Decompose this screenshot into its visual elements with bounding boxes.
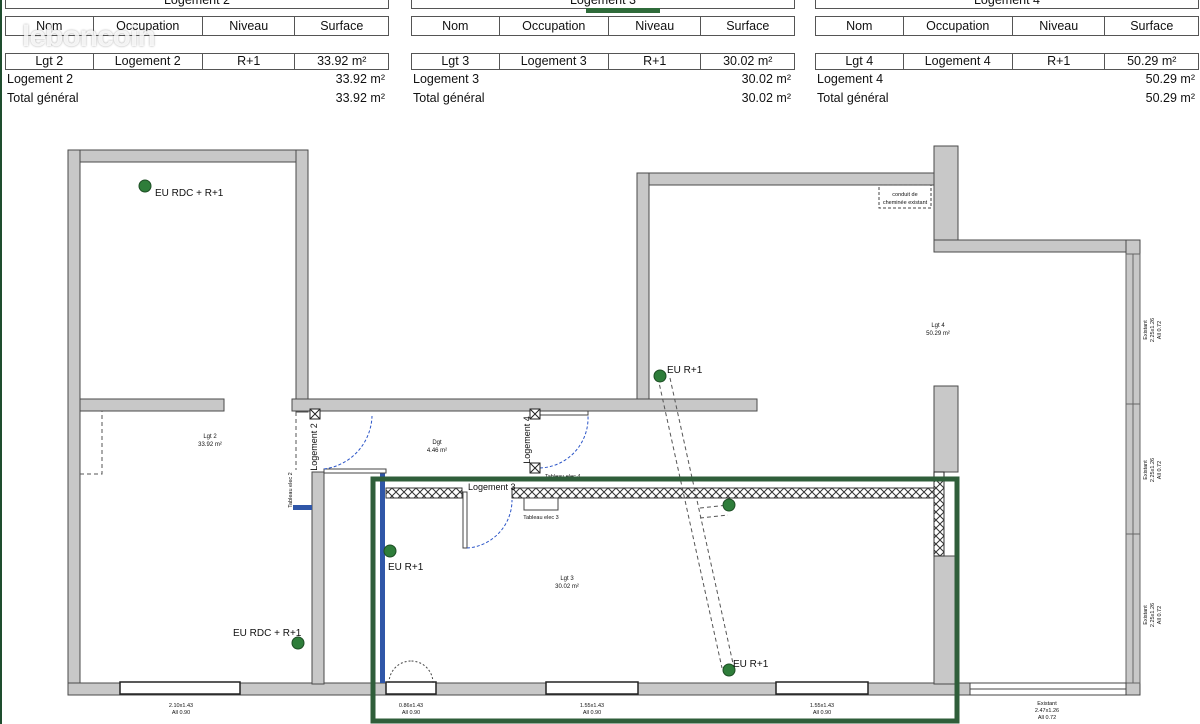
- window-size-label: 2.25x1.26: [1150, 318, 1156, 342]
- window-size-label: 1.55x1.43: [810, 703, 834, 709]
- room-area-dgt: 4.46 m²: [427, 448, 447, 454]
- window-swing-small: [388, 660, 434, 684]
- blue-wall-stub: [293, 505, 312, 510]
- window-size-label: 2.25x1.26: [1150, 603, 1156, 627]
- drain-label-eu-rdc-bottom: EU RDC + R+1: [233, 628, 302, 639]
- tableau-elec-3-box: [523, 497, 559, 511]
- room-area-lgt2: 33.92 m²: [198, 442, 222, 448]
- room-name-lgt3: Lgt 3: [560, 576, 574, 582]
- doors: [309, 408, 945, 684]
- room-name-dgt: Dgt: [432, 440, 442, 446]
- window-size-label: 1.55x1.43: [580, 703, 604, 709]
- door-swing-lgt3: [466, 499, 513, 549]
- room-area-lgt3: 30.02 m²: [555, 584, 579, 590]
- window-size-label: 0.86x1.43: [399, 703, 423, 709]
- wall: [933, 555, 959, 685]
- drain-label-eu-rdc-top: EU RDC + R+1: [155, 188, 224, 199]
- blue-wall: [380, 472, 385, 683]
- hatched-wall-top-left: [385, 487, 463, 499]
- pipe-route-lgt4-to-lgt3: [657, 377, 735, 669]
- door-label-logement-2: Logement 2: [309, 423, 319, 471]
- window-size-label: 2.10x1.43: [169, 703, 193, 709]
- drain-dot-eu-rdc-top: [138, 179, 152, 193]
- lgt2-alcove: [80, 411, 103, 475]
- window-sill-label: All 0.72: [1157, 606, 1163, 624]
- hatched-wall-right: [933, 473, 945, 557]
- wall: [933, 145, 959, 253]
- room-name-lgt4: Lgt 4: [931, 323, 945, 329]
- door-swing-lgt2: [323, 415, 373, 470]
- window-sill-label: All 0.90: [583, 710, 601, 716]
- room-name-lgt2: Lgt 2: [203, 434, 217, 440]
- wall: [67, 149, 309, 163]
- window-size-label: 2.25x1.26: [1150, 458, 1156, 482]
- wall: [933, 385, 959, 473]
- door-label-logement-4: Logement 4: [522, 416, 532, 464]
- wall: [79, 398, 225, 412]
- wall: [933, 239, 1141, 253]
- wall: [636, 172, 650, 412]
- window-lgt3-a: [545, 681, 639, 695]
- tableau-elec-2-label: Tableau elec 2: [288, 472, 294, 507]
- window-lgt3-small: [385, 681, 437, 695]
- wall: [67, 149, 81, 696]
- walls: [67, 145, 1141, 696]
- tableau-elec-3-label: Tableau elec 3: [523, 515, 558, 521]
- right-window-label-1: Existant 2.25x1.26 All 0.72: [1143, 318, 1163, 342]
- chimney-label-2: cheminée existant: [883, 200, 928, 206]
- right-window-label-3: Existant 2.25x1.26 All 0.72: [1143, 603, 1163, 627]
- window-lgt3-b: [775, 681, 869, 695]
- chimney-label-1: conduit de: [892, 192, 917, 198]
- wall: [636, 172, 935, 186]
- drain-label-eu-r1-lgt3-left: EU R+1: [388, 562, 424, 573]
- window-sill-label: All 0.72: [1157, 461, 1163, 479]
- window-lgt2: [119, 681, 241, 695]
- right-window-label-2: Existant 2.25x1.26 All 0.72: [1143, 458, 1163, 482]
- window-sill-label: All 0.90: [813, 710, 831, 716]
- window-existing-label: Existant: [1143, 460, 1149, 480]
- window-size-label: 2.47x1.26: [1035, 708, 1059, 714]
- drain-dot-eu-r1-lgt3-left: [383, 544, 397, 558]
- door-label-logement-3: Logement 3: [468, 482, 516, 492]
- window-existing-label: Existant: [1143, 320, 1149, 340]
- wall: [311, 471, 325, 685]
- window-existing-label: Existant: [1143, 605, 1149, 625]
- drain-label-eu-r1-lgt3-bottom: EU R+1: [733, 659, 769, 670]
- window-sill-label: All 0.72: [1157, 321, 1163, 339]
- door-leaf-lgt2: [323, 468, 387, 474]
- door-leaf-lgt3: [462, 491, 468, 549]
- drain-label-eu-r1-lgt4: EU R+1: [667, 365, 703, 376]
- hatched-partitions: [293, 472, 945, 683]
- wall: [295, 149, 309, 413]
- drain-dot-eu-r1-lgt4: [653, 369, 667, 383]
- door-swing-lgt4: [539, 415, 589, 469]
- wall: [291, 398, 758, 412]
- dashed-lines: [80, 377, 735, 669]
- drain-dot-lgt3-top: [722, 498, 736, 512]
- window-sill-label: All 0.72: [1038, 715, 1056, 721]
- room-area-lgt4: 50.29 m²: [926, 331, 950, 337]
- hatched-wall-top-right: [511, 487, 945, 499]
- window-existing-label: Existant: [1037, 701, 1057, 707]
- floor-plan: conduit de cheminée existant Tableau ele…: [67, 145, 1163, 724]
- door-leaf-lgt4: [539, 410, 589, 416]
- window-sill-label: All 0.90: [172, 710, 190, 716]
- window-sill-label: All 0.90: [402, 710, 420, 716]
